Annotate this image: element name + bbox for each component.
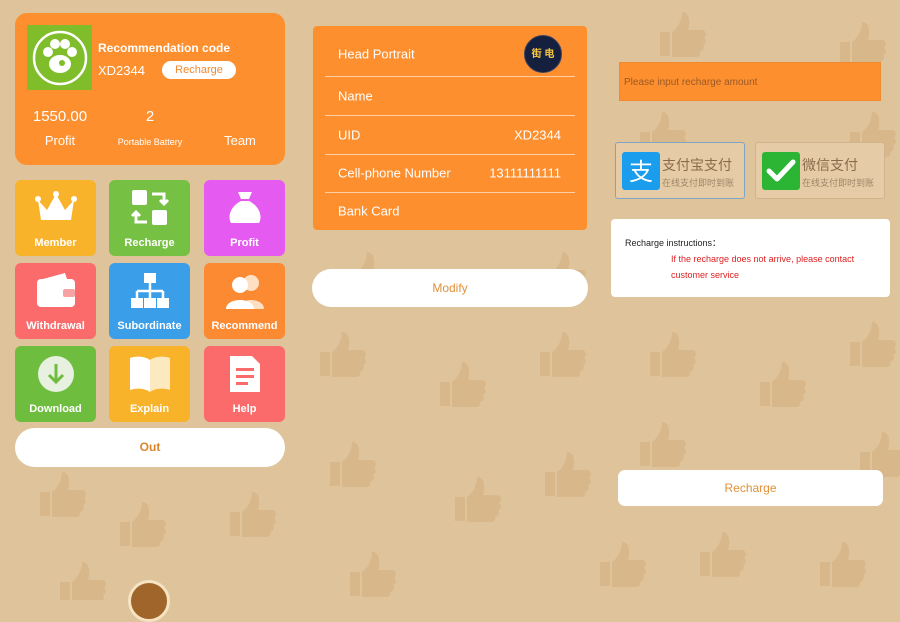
- profile-card: Recommendation code XD2344 Recharge 1550…: [15, 13, 285, 165]
- avatar: [27, 25, 92, 90]
- payment-option-alipay[interactable]: 支 支付宝支付 在线支付即时到账: [615, 142, 745, 199]
- battery-value: 2: [145, 108, 155, 125]
- profit-label: Profit: [44, 133, 76, 148]
- menu-member[interactable]: Member: [15, 180, 96, 256]
- phone-label: Cell-phone Number: [338, 165, 451, 181]
- book-icon: [109, 352, 190, 396]
- recharge-pill-button[interactable]: Recharge: [162, 61, 236, 79]
- battery-label: Portable Battery: [117, 137, 183, 147]
- menu-explain-label: Explain: [129, 403, 170, 415]
- team-label: Team: [224, 133, 256, 148]
- uid-value: XD2344: [514, 127, 561, 143]
- uid-label: UID: [338, 127, 361, 143]
- wechat-icon: [762, 152, 800, 190]
- menu-help-label: Help: [232, 403, 257, 415]
- crown-icon: [15, 186, 96, 230]
- menu-recharge-label: Recharge: [124, 237, 175, 249]
- document-icon: [204, 352, 285, 396]
- bank-card-label: Bank Card: [338, 203, 400, 219]
- recommendation-code: XD2344: [98, 63, 145, 78]
- head-portrait-label: Head Portrait: [338, 46, 415, 62]
- instructions-title: Recharge instructions：: [625, 238, 722, 248]
- menu-explain[interactable]: Explain: [109, 346, 190, 422]
- menu-member-label: Member: [34, 237, 77, 249]
- info-row-uid: UID XD2344: [325, 116, 575, 155]
- compass-icon[interactable]: [128, 580, 170, 622]
- recharge-instructions: Recharge instructions： If the recharge d…: [611, 219, 890, 297]
- menu-withdrawal[interactable]: Withdrawal: [15, 263, 96, 339]
- menu-download[interactable]: Download: [15, 346, 96, 422]
- info-row-phone[interactable]: Cell-phone Number 13111111111: [325, 154, 575, 193]
- menu-subordinate-label: Subordinate: [117, 320, 182, 332]
- menu-recommend[interactable]: Recommend: [204, 263, 285, 339]
- profit-value: 1550.00: [32, 108, 88, 125]
- out-button[interactable]: Out: [15, 428, 285, 467]
- alipay-icon: 支: [622, 152, 660, 190]
- payment-option-wechat[interactable]: 微信支付 在线支付即时到账: [755, 142, 885, 199]
- phone-value: 13111111111: [489, 165, 561, 181]
- wechat-subtext: 在线支付即时到账: [802, 178, 875, 188]
- svg-text:支: 支: [629, 158, 653, 186]
- alipay-name: 支付宝支付: [662, 157, 732, 173]
- menu-recharge[interactable]: Recharge: [109, 180, 190, 256]
- info-row-name[interactable]: Name: [325, 77, 575, 116]
- menu-recommend-label: Recommend: [211, 320, 278, 332]
- recommendation-title: Recommendation code: [98, 41, 231, 55]
- money-bag-icon: [204, 186, 285, 230]
- menu-profit[interactable]: Profit: [204, 180, 285, 256]
- info-row-bank-card[interactable]: Bank Card: [325, 192, 575, 230]
- org-chart-icon: [109, 269, 190, 313]
- menu-help[interactable]: Help: [204, 346, 285, 422]
- info-row-head-portrait[interactable]: Head Portrait 街 电: [325, 32, 575, 77]
- download-icon: [15, 352, 96, 396]
- users-icon: [204, 269, 285, 313]
- alipay-subtext: 在线支付即时到账: [662, 178, 735, 188]
- wallet-icon: [15, 269, 96, 313]
- menu-download-label: Download: [29, 403, 82, 415]
- recharge-amount-input[interactable]: Please input recharge amount: [619, 62, 881, 101]
- user-info-card: Head Portrait 街 电 Name UID XD2344 Cell-p…: [313, 26, 587, 230]
- menu-subordinate[interactable]: Subordinate: [109, 263, 190, 339]
- recharge-submit-button[interactable]: Recharge: [618, 470, 883, 506]
- modify-button[interactable]: Modify: [312, 269, 588, 307]
- wechat-name: 微信支付: [802, 157, 858, 173]
- menu-withdrawal-label: Withdrawal: [26, 320, 85, 332]
- menu-profit-label: Profit: [230, 237, 259, 249]
- instructions-text: If the recharge does not arrive, please …: [671, 254, 855, 280]
- paw-logo-icon: [32, 30, 87, 85]
- name-label: Name: [338, 88, 373, 104]
- head-portrait-image[interactable]: 街 电: [524, 35, 562, 73]
- exchange-icon: [109, 186, 190, 230]
